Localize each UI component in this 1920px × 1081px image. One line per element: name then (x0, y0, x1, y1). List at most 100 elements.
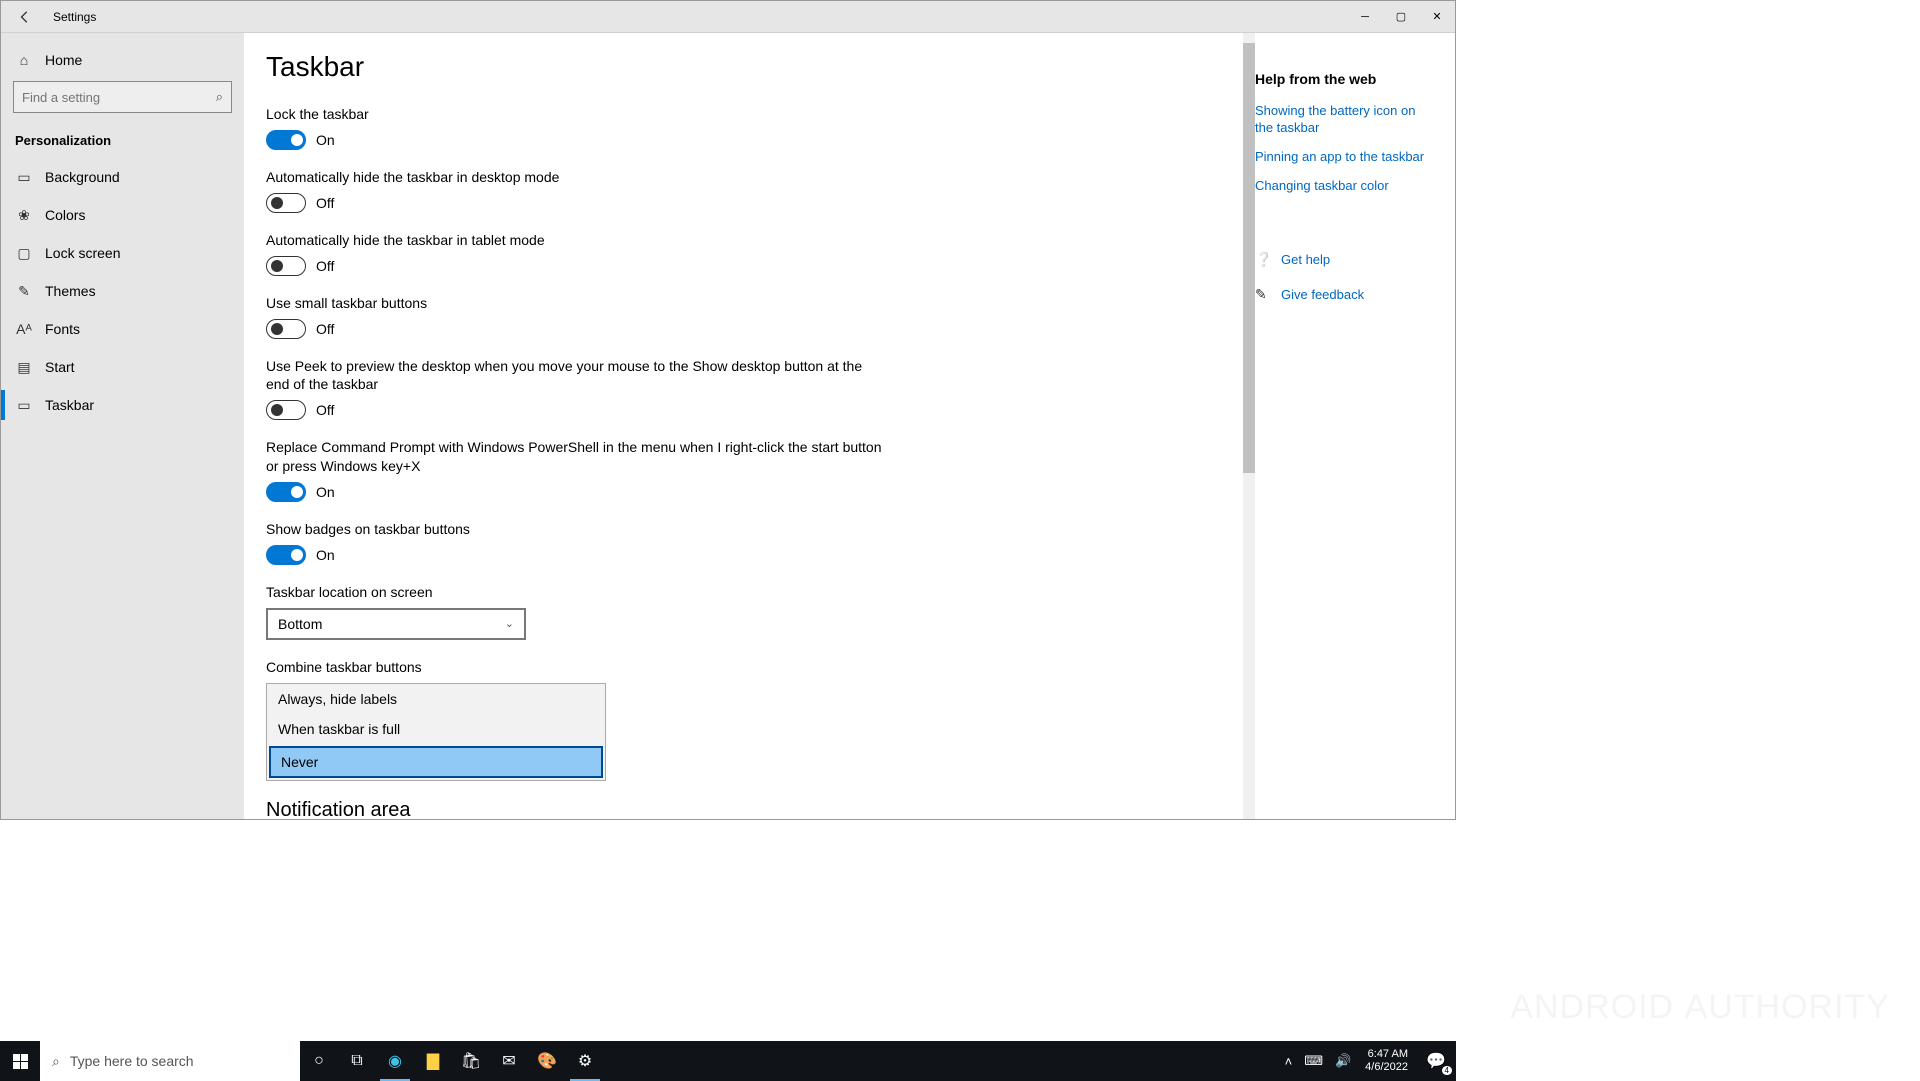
tray-date: 4/6/2022 (1365, 1061, 1408, 1074)
search-box[interactable]: ⌕ (13, 81, 232, 113)
toggle-state: On (316, 484, 335, 500)
tray-keyboard-icon[interactable]: ⌨ (1298, 1053, 1329, 1069)
fonts-icon: Aᴬ (15, 321, 33, 337)
sidebar: ⌂ Home ⌕ Personalization ▭ Background ❀ … (1, 33, 244, 819)
tray-time: 6:47 AM (1365, 1048, 1408, 1061)
setting-powershell: Replace Command Prompt with Windows Powe… (266, 438, 886, 502)
toggle-state: Off (316, 402, 334, 418)
setting-small-buttons: Use small taskbar buttons Off (266, 294, 886, 339)
settings-taskbar-icon[interactable]: ⚙ (566, 1041, 604, 1081)
cortana-icon[interactable]: ○ (300, 1041, 338, 1081)
setting-autohide-tablet: Automatically hide the taskbar in tablet… (266, 231, 886, 276)
sidebar-item-label: Colors (45, 207, 85, 223)
toggle-powershell[interactable] (266, 482, 306, 502)
maximize-button[interactable]: ▢ (1383, 1, 1419, 33)
setting-label: Combine taskbar buttons (266, 658, 886, 677)
setting-label: Lock the taskbar (266, 105, 886, 124)
scrollbar-thumb[interactable] (1243, 43, 1255, 473)
sidebar-category: Personalization (1, 123, 244, 158)
setting-label: Replace Command Prompt with Windows Powe… (266, 438, 886, 476)
close-button[interactable]: ✕ (1419, 1, 1455, 33)
tray-overflow-icon[interactable]: ˄ (1279, 1054, 1299, 1069)
sidebar-item-label: Start (45, 359, 75, 375)
sidebar-item-lockscreen[interactable]: ▢ Lock screen (1, 234, 244, 272)
toggle-small-buttons[interactable] (266, 319, 306, 339)
toggle-state: Off (316, 321, 334, 337)
content-area: Taskbar Lock the taskbar On Automaticall… (244, 33, 1255, 819)
task-view-icon[interactable]: ⧉ (338, 1041, 376, 1081)
window-controls: ─ ▢ ✕ (1347, 1, 1455, 33)
dropdown-combine-open: Always, hide labels When taskbar is full… (266, 683, 606, 781)
taskbar-search[interactable]: ⌕ Type here to search (40, 1041, 300, 1081)
help-link-pinning[interactable]: Pinning an app to the taskbar (1255, 149, 1437, 166)
help-link-battery[interactable]: Showing the battery icon on the taskbar (1255, 103, 1437, 137)
colors-icon: ❀ (15, 207, 33, 224)
sidebar-home[interactable]: ⌂ Home (1, 41, 244, 79)
feedback-icon: ✎ (1255, 286, 1271, 303)
toggle-state: On (316, 132, 335, 148)
toggle-peek[interactable] (266, 400, 306, 420)
help-link-color[interactable]: Changing taskbar color (1255, 178, 1437, 195)
sidebar-home-label: Home (45, 52, 82, 68)
file-explorer-icon[interactable]: ▇ (414, 1041, 452, 1081)
sidebar-item-label: Themes (45, 283, 96, 299)
sidebar-item-fonts[interactable]: Aᴬ Fonts (1, 310, 244, 348)
paint-icon[interactable]: 🎨 (528, 1041, 566, 1081)
section-notification-area: Notification area (266, 799, 1233, 819)
setting-label: Automatically hide the taskbar in tablet… (266, 231, 886, 250)
dropdown-option-never[interactable]: Never (269, 746, 603, 778)
titlebar: Settings ─ ▢ ✕ (1, 1, 1455, 33)
watermark: ANDROID AUTHORITY (1510, 988, 1890, 1027)
sidebar-item-label: Background (45, 169, 120, 185)
sidebar-item-colors[interactable]: ❀ Colors (1, 196, 244, 234)
start-button[interactable] (0, 1041, 40, 1081)
setting-label: Taskbar location on screen (266, 583, 886, 602)
toggle-badges[interactable] (266, 545, 306, 565)
notification-badge: 4 (1442, 1066, 1452, 1075)
setting-label: Show badges on taskbar buttons (266, 520, 886, 539)
dropdown-option-when-full[interactable]: When taskbar is full (267, 714, 605, 744)
mail-icon[interactable]: ✉ (490, 1041, 528, 1081)
minimize-button[interactable]: ─ (1347, 1, 1383, 33)
dropdown-option-always[interactable]: Always, hide labels (267, 684, 605, 714)
setting-label: Automatically hide the taskbar in deskto… (266, 168, 886, 187)
setting-label: Use Peek to preview the desktop when you… (266, 357, 886, 395)
sidebar-item-label: Lock screen (45, 245, 120, 261)
setting-location: Taskbar location on screen Bottom ⌄ (266, 583, 886, 640)
help-title: Help from the web (1255, 71, 1437, 87)
tray-clock[interactable]: 6:47 AM 4/6/2022 (1357, 1048, 1416, 1074)
tray-volume-icon[interactable]: 🔊 (1329, 1053, 1357, 1069)
setting-peek: Use Peek to preview the desktop when you… (266, 357, 886, 421)
action-center-icon[interactable]: 💬4 (1416, 1041, 1456, 1081)
give-feedback-label: Give feedback (1281, 287, 1364, 302)
edge-icon[interactable]: ◉ (376, 1041, 414, 1081)
store-icon[interactable]: 🛍 (452, 1041, 490, 1081)
toggle-autohide-desktop[interactable] (266, 193, 306, 213)
sidebar-item-background[interactable]: ▭ Background (1, 158, 244, 196)
taskbar-icon: ▭ (15, 397, 33, 414)
get-help-label: Get help (1281, 252, 1330, 267)
toggle-lock-taskbar[interactable] (266, 130, 306, 150)
sidebar-item-taskbar[interactable]: ▭ Taskbar (1, 386, 244, 424)
setting-lock-taskbar: Lock the taskbar On (266, 105, 886, 150)
setting-badges: Show badges on taskbar buttons On (266, 520, 886, 565)
toggle-autohide-tablet[interactable] (266, 256, 306, 276)
settings-window: Settings ─ ▢ ✕ ⌂ Home ⌕ Personalization … (0, 0, 1456, 820)
toggle-state: Off (316, 258, 334, 274)
sidebar-item-label: Fonts (45, 321, 80, 337)
search-input[interactable] (22, 90, 216, 105)
get-help-link[interactable]: ❔ Get help (1255, 251, 1437, 268)
give-feedback-link[interactable]: ✎ Give feedback (1255, 286, 1437, 303)
themes-icon: ✎ (15, 283, 33, 300)
background-icon: ▭ (15, 169, 33, 186)
search-icon: ⌕ (52, 1053, 60, 1070)
select-taskbar-location[interactable]: Bottom ⌄ (266, 608, 526, 640)
sidebar-item-themes[interactable]: ✎ Themes (1, 272, 244, 310)
back-button[interactable] (1, 1, 49, 33)
sidebar-item-start[interactable]: ▤ Start (1, 348, 244, 386)
sidebar-item-label: Taskbar (45, 397, 94, 413)
help-column: Help from the web Showing the battery ic… (1255, 33, 1455, 819)
scrollbar-track[interactable] (1243, 33, 1255, 819)
system-tray: ˄ ⌨ 🔊 6:47 AM 4/6/2022 💬4 (1279, 1041, 1456, 1081)
lockscreen-icon: ▢ (15, 245, 33, 262)
